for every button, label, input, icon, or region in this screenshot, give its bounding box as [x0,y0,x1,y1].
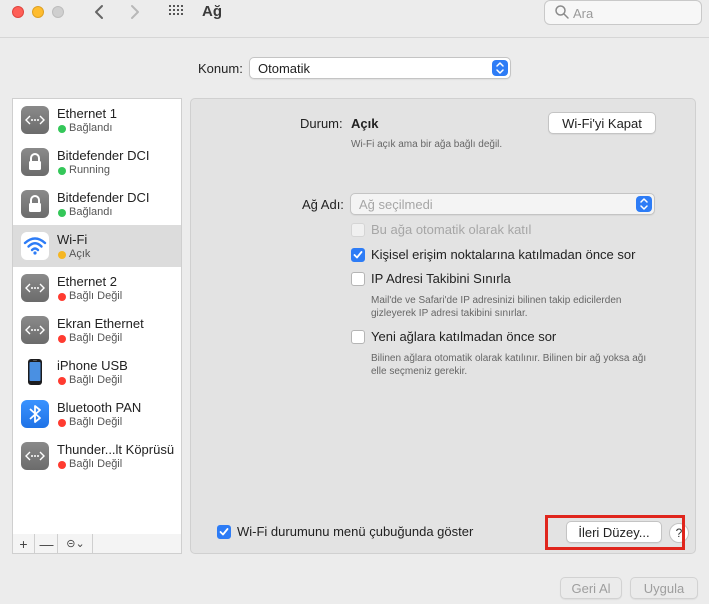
select-stepper-icon [492,60,508,76]
service-name: Ethernet 1 [57,106,117,121]
service-list-toolbar: + — ⊝⌄ [12,534,182,554]
ask-new-note-line1: Bilinen ağlara otomatik olarak katılınır… [371,353,647,364]
status-value: Açık [351,116,379,131]
service-status: Bağlı Değil [69,374,123,386]
service-name: Bitdefender DCI [57,190,150,205]
show-wifi-in-menu-bar-checkbox[interactable] [217,525,231,539]
forward-button[interactable] [124,0,146,24]
service-item-ethernet-2[interactable]: Ethernet 2 Bağlı Değil [13,267,181,309]
window-toolbar: Ağ [0,0,709,38]
service-status: Açık [69,248,91,260]
service-item-ethernet-1[interactable]: Ethernet 1 Bağlandı [13,99,181,141]
service-status: Bağlı Değil [69,332,123,344]
service-status: Bağlandı [69,122,113,134]
location-value: Otomatik [258,61,311,76]
ask-new-networks-checkbox[interactable] [351,330,365,344]
apply-button[interactable]: Uygula [630,577,698,599]
add-service-button[interactable]: + [13,534,35,553]
show-wifi-in-menu-bar-label: Wi-Fi durumunu menü çubuğunda göster [237,524,474,539]
service-item-bitdefender-1[interactable]: Bitdefender DCI Running [13,141,181,183]
search-field[interactable] [544,0,702,25]
highlight-box [545,515,685,550]
service-status: Bağlı Değil [69,416,123,428]
auto-join-label: Bu ağa otomatik olarak katıl [371,222,532,237]
service-status: Bağlı Değil [69,458,123,470]
zoom-window-button[interactable] [52,6,64,18]
ethernet-icon [21,106,49,134]
status-label: Durum: [300,116,343,131]
status-dot [58,125,66,133]
service-item-bluetooth-pan[interactable]: Bluetooth PAN Bağlı Değil [13,393,181,435]
service-name: Ethernet 2 [57,274,117,289]
service-name: Thunder...lt Köprüsü [57,442,175,457]
ethernet-icon [21,442,49,470]
search-icon [555,5,569,19]
bluetooth-icon [21,400,49,428]
wifi-settings-panel [190,98,696,554]
ask-new-note-line2: elle seçmeniz gerekir. [371,366,468,377]
ask-hotspot-label: Kişisel erişim noktalarına katılmadan ön… [371,247,636,262]
turn-wifi-off-button[interactable]: Wi-Fi'yi Kapat [548,112,656,134]
minimize-window-button[interactable] [32,6,44,18]
select-stepper-icon [636,196,652,212]
chevron-right-icon [131,5,139,19]
service-status: Bağlandı [69,206,113,218]
window-title: Ağ [202,3,222,20]
ethernet-icon [21,316,49,344]
status-dot [58,461,66,469]
service-status: Bağlı Değil [69,290,123,302]
network-name-label: Ağ Adı: [302,197,344,212]
lock-icon [21,190,49,218]
service-action-menu-button[interactable]: ⊝⌄ [59,534,93,553]
checkmark-icon [353,251,363,259]
status-dot [58,419,66,427]
search-input[interactable] [573,4,693,22]
service-name: Wi-Fi [57,232,88,247]
status-dot [58,209,66,217]
close-window-button[interactable] [12,6,24,18]
status-description: Wi-Fi açık ama bir ağa bağlı değil. [351,139,503,150]
service-item-display-ethernet[interactable]: Ekran Ethernet Bağlı Değil [13,309,181,351]
network-name-placeholder: Ağ seçilmedi [359,197,433,212]
network-name-select[interactable]: Ağ seçilmedi [350,193,655,215]
service-status: Running [69,164,110,176]
service-name: Bluetooth PAN [57,400,142,415]
limit-ip-tracking-label: IP Adresi Takibini Sınırla [371,271,511,286]
lock-icon [21,148,49,176]
wifi-icon [21,232,49,260]
location-select[interactable]: Otomatik [249,57,511,79]
ethernet-icon [21,274,49,302]
status-dot [58,377,66,385]
iphone-icon [21,358,49,386]
status-dot [58,167,66,175]
back-button[interactable] [88,0,110,24]
limit-ip-tracking-checkbox[interactable] [351,272,365,286]
service-item-wifi[interactable]: Wi-Fi Açık [13,225,181,267]
status-dot [58,335,66,343]
revert-button[interactable]: Geri Al [560,577,622,599]
ask-new-networks-label: Yeni ağlara katılmadan önce sor [371,329,557,344]
status-dot [58,293,66,301]
service-name: iPhone USB [57,358,128,373]
ask-hotspot-checkbox[interactable] [351,248,365,262]
checkmark-icon [219,528,229,536]
service-name: Bitdefender DCI [57,148,150,163]
service-item-thunderbolt-bridge[interactable]: Thunder...lt Köprüsü Bağlı Değil [13,435,181,477]
service-item-iphone-usb[interactable]: iPhone USB Bağlı Değil [13,351,181,393]
show-all-grid-icon[interactable] [169,5,185,19]
service-item-bitdefender-2[interactable]: Bitdefender DCI Bağlandı [13,183,181,225]
ip-tracking-note-line2: gizleyerek IP adresi takibini sınırlar. [371,308,528,319]
service-list: Ethernet 1 Bağlandı Bitdefender DCI Runn… [12,98,182,535]
auto-join-checkbox[interactable] [351,223,365,237]
ip-tracking-note-line1: Mail'de ve Safari'de IP adresinizi bilin… [371,295,622,306]
service-name: Ekran Ethernet [57,316,144,331]
chevron-left-icon [95,5,103,19]
location-label: Konum: [198,61,243,76]
status-dot [58,251,66,259]
remove-service-button[interactable]: — [36,534,58,553]
